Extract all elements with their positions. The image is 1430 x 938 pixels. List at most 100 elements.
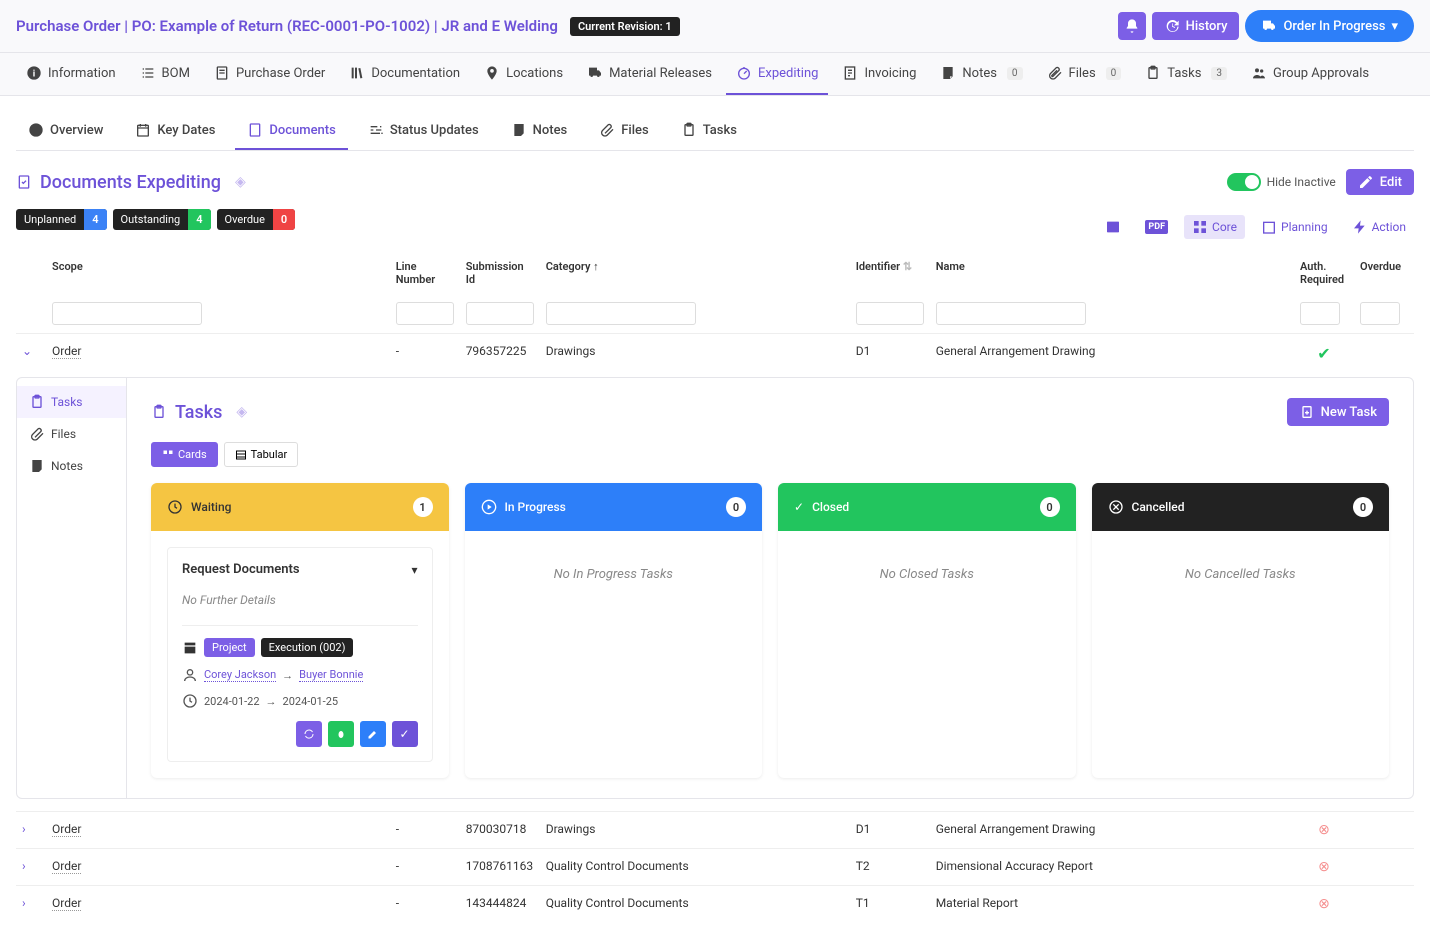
nav-locations[interactable]: Locations: [474, 53, 573, 95]
filter-lineno[interactable]: [396, 302, 454, 325]
card-action-edit[interactable]: [360, 721, 386, 747]
view-cards-button[interactable]: Cards: [151, 442, 218, 467]
col-identifier[interactable]: Identifier ⇅: [850, 252, 930, 294]
bolt-icon: [1352, 219, 1368, 235]
adjust-icon: [368, 122, 384, 138]
nav-tasks[interactable]: Tasks3: [1135, 53, 1237, 95]
expand-icon[interactable]: ›: [22, 859, 26, 873]
diamond-icon[interactable]: ◈: [236, 404, 247, 420]
notifications-button[interactable]: [1118, 12, 1146, 40]
arrow-right-icon: →: [282, 669, 293, 682]
empty-text: No Closed Tasks: [794, 547, 1060, 602]
tab-key-dates[interactable]: Key Dates: [123, 112, 227, 150]
filter-name[interactable]: [936, 302, 1086, 325]
scope-link[interactable]: Order: [52, 822, 81, 837]
task-card[interactable]: Request Documents ▾ No Further Details: [167, 547, 433, 762]
export-excel-button[interactable]: [1097, 215, 1129, 239]
tab-documents[interactable]: Documents: [235, 112, 347, 150]
filter-category[interactable]: [546, 302, 696, 325]
execution-tag[interactable]: Execution (002): [261, 638, 354, 657]
export-pdf-button[interactable]: PDF: [1137, 216, 1176, 238]
card-action-done[interactable]: ✓: [392, 721, 418, 747]
kanban-board: Waiting 1 Request Documents ▾: [151, 483, 1389, 778]
paperclip-icon: [29, 426, 45, 442]
collapse-icon[interactable]: ⌄: [22, 344, 32, 358]
col-auth[interactable]: Auth. Required: [1294, 252, 1354, 294]
diamond-icon[interactable]: ◈: [235, 174, 246, 190]
sort-asc-icon: ↑: [593, 260, 599, 273]
nav-documentation[interactable]: Documentation: [339, 53, 470, 95]
clipboard-plus-icon: [1299, 404, 1315, 420]
scope-link[interactable]: Order: [52, 344, 81, 359]
toggle-track[interactable]: [1227, 173, 1261, 191]
col-category[interactable]: Category ↑: [540, 252, 850, 294]
detail-tab-files[interactable]: Files: [17, 418, 126, 450]
sort-icon: ⇅: [903, 260, 912, 273]
scope-link[interactable]: Order: [52, 859, 81, 874]
card-header[interactable]: Request Documents ▾: [182, 562, 418, 577]
planning-button[interactable]: Planning: [1253, 215, 1336, 239]
pin-icon: [484, 65, 500, 81]
note-icon: [29, 458, 45, 474]
scope-link[interactable]: Order: [52, 896, 81, 911]
clipboard-icon: [1145, 65, 1161, 81]
person-to[interactable]: Buyer Bonnie: [299, 668, 363, 682]
check-circle-icon: ✔: [1317, 344, 1330, 363]
expand-icon[interactable]: ›: [22, 896, 26, 910]
hide-inactive-toggle[interactable]: Hide Inactive: [1227, 173, 1336, 191]
nav-material-releases[interactable]: Material Releases: [577, 53, 722, 95]
tab-tasks[interactable]: Tasks: [669, 112, 749, 150]
bell-icon: [1124, 18, 1140, 34]
play-circle-icon: [481, 499, 497, 515]
detail-tab-tasks[interactable]: Tasks: [17, 386, 126, 418]
nav-group-approvals[interactable]: Group Approvals: [1241, 53, 1379, 95]
history-button[interactable]: History: [1152, 12, 1240, 40]
kanban-col-cancelled: Cancelled0 No Cancelled Tasks: [1092, 483, 1390, 778]
nav-invoicing[interactable]: Invoicing: [832, 53, 926, 95]
clapper-icon: [182, 640, 198, 656]
filter-overdue[interactable]: [1360, 302, 1400, 325]
tab-files[interactable]: Files: [587, 112, 660, 150]
nav-notes[interactable]: Notes0: [930, 53, 1032, 95]
col-subid[interactable]: Submission Id: [460, 252, 540, 294]
tab-status-updates[interactable]: Status Updates: [356, 112, 491, 150]
pill-unplanned[interactable]: Unplanned4: [16, 209, 107, 230]
col-overdue[interactable]: Overdue: [1354, 252, 1414, 294]
filter-identifier[interactable]: [856, 302, 924, 325]
topbar: Purchase Order | PO: Example of Return (…: [0, 0, 1430, 53]
action-button[interactable]: Action: [1344, 215, 1414, 239]
nav-expediting[interactable]: Expediting: [726, 53, 828, 95]
table-row: › Order - 143444824 Quality Control Docu…: [16, 886, 1414, 923]
person-from[interactable]: Corey Jackson: [204, 668, 276, 682]
project-tag[interactable]: Project: [204, 638, 255, 657]
expand-icon[interactable]: ›: [22, 822, 26, 836]
truck-icon: [1261, 18, 1277, 34]
tab-overview[interactable]: Overview: [16, 112, 115, 150]
pill-outstanding[interactable]: Outstanding4: [113, 209, 211, 230]
view-tabular-button[interactable]: Tabular: [224, 442, 299, 467]
filter-scope[interactable]: [52, 302, 202, 325]
nav-information[interactable]: iInformation: [16, 53, 126, 95]
info-icon: i: [26, 65, 42, 81]
pill-overdue[interactable]: Overdue0: [217, 209, 296, 230]
col-scope[interactable]: Scope: [46, 252, 390, 294]
filter-auth[interactable]: [1300, 302, 1340, 325]
cards-icon: [162, 449, 174, 461]
core-button[interactable]: Core: [1184, 215, 1245, 239]
filter-subid[interactable]: [466, 302, 534, 325]
nav-bom[interactable]: BOM: [130, 53, 200, 95]
tab-notes[interactable]: Notes: [499, 112, 580, 150]
detail-tab-notes[interactable]: Notes: [17, 450, 126, 482]
empty-text: No In Progress Tasks: [481, 547, 747, 602]
nav-files[interactable]: Files0: [1037, 53, 1132, 95]
new-task-button[interactable]: New Task: [1287, 398, 1389, 426]
col-name[interactable]: Name: [930, 252, 1294, 294]
card-action-bug[interactable]: [328, 721, 354, 747]
col-lineno[interactable]: Line Number: [390, 252, 460, 294]
edit-button[interactable]: Edit: [1346, 169, 1414, 195]
refresh-icon: [303, 728, 315, 740]
invoice-icon: [842, 65, 858, 81]
status-button[interactable]: Order In Progress ▾: [1245, 10, 1414, 42]
card-action-refresh[interactable]: [296, 721, 322, 747]
nav-po[interactable]: Purchase Order: [204, 53, 335, 95]
